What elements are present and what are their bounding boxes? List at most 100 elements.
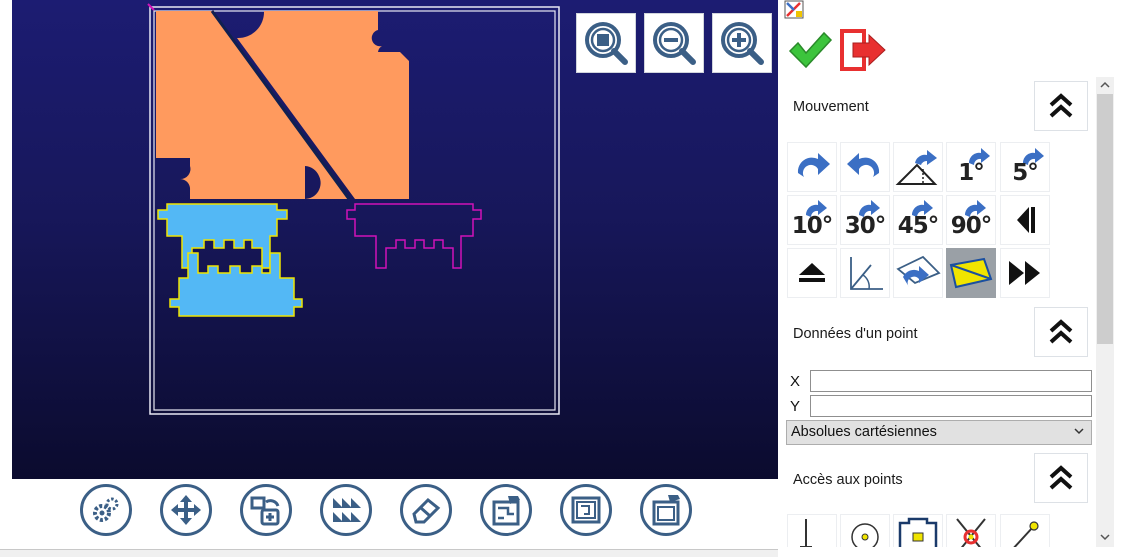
move-tool-button[interactable] [160,484,212,536]
eraser-icon [412,497,441,524]
edit-pieces-tool-button[interactable] [480,484,532,536]
snap-outline-button[interactable] [893,514,943,547]
blue-piece-top[interactable] [157,203,288,269]
app-window: Mouvement 1° 5° 10° 30° 45° 90° Données … [0,0,1124,557]
rotate-30-degree-label: 30° [844,213,887,239]
exit-button[interactable] [838,25,890,75]
zoom-out-button[interactable] [644,13,704,73]
point-access-section-header[interactable]: Accès aux points [778,453,1094,508]
point-data-section-header[interactable]: Données d'un point [778,307,1094,362]
point-access-collapse-button[interactable] [1034,453,1088,503]
flip-vertical-button[interactable] [787,248,837,298]
scroll-thumb[interactable] [1097,94,1113,344]
double-chevron-up-icon [1049,93,1073,118]
angle-button[interactable] [840,248,890,298]
rotate-5-degree-button[interactable]: 5° [1000,142,1050,192]
flip-horizontal-icon [1017,207,1035,233]
snap-intersection-button[interactable] [946,514,996,547]
nesting-icon [333,498,361,522]
rotate-45-degree-label: 45° [897,213,940,239]
rotate-right-icon [797,153,830,177]
coordinate-mode-value: Absolues cartésiennes [791,424,937,440]
validate-button[interactable] [784,25,836,75]
rotate-to-edge-button[interactable] [893,142,943,192]
snap-center-icon [851,523,879,547]
scroll-down-button[interactable] [1096,529,1114,545]
edit-pieces-icon [492,496,520,526]
point-data-section-title: Données d'un point [793,326,918,342]
x-coordinate-input[interactable] [810,370,1092,392]
rotate-left-icon [847,153,880,177]
zoom-in-icon [721,22,764,65]
align-rotate-icon [896,255,941,287]
flip-horizontal-button[interactable] [1000,195,1050,245]
bottom-toolbar [12,479,778,557]
zoom-fit-button[interactable] [576,13,636,73]
panel-scroll-area[interactable]: Mouvement 1° 5° 10° 30° 45° 90° Données … [778,77,1102,547]
movement-section-header[interactable]: Mouvement [778,81,1094,136]
duplicate-icon [250,496,280,526]
rotate-left-button[interactable] [840,142,890,192]
parallelogram-select-icon [949,257,993,289]
outline-piece[interactable] [346,203,482,269]
movement-collapse-button[interactable] [1034,81,1088,131]
eraser-tool-button[interactable] [400,484,452,536]
rotate-10-degree-label: 10° [791,213,834,239]
angle-icon [850,257,883,290]
point-data-collapse-button[interactable] [1034,307,1088,357]
snap-endpoint-icon [1013,521,1039,547]
snap-endpoint-button[interactable] [1000,514,1050,547]
blue-piece-bottom[interactable] [169,252,303,317]
rotate-right-button[interactable] [787,142,837,192]
coordinate-mode-select[interactable]: Absolues cartésiennes [786,420,1092,445]
zoom-fit-icon [585,22,628,65]
snap-center-button[interactable] [840,514,890,547]
sheet-icon [571,496,601,524]
rotate-1-degree-button[interactable]: 1° [946,142,996,192]
panel-scrollbar[interactable] [1096,77,1114,547]
double-chevron-up-icon [1049,465,1073,490]
chevron-down-icon [1074,428,1084,435]
rotate-90-degree-button[interactable]: 90° [946,195,996,245]
rotate-to-edge-icon [895,150,938,185]
app-logo-icon [784,0,804,19]
rotate-10-degree-button[interactable]: 10° [787,195,837,245]
validate-check-icon [788,31,833,69]
align-rotate-button[interactable] [893,248,943,298]
snap-perpendicular-icon [800,519,812,547]
chevron-up-icon [1100,81,1110,88]
point-access-section-title: Accès aux points [793,472,903,488]
exit-icon [840,29,886,71]
snap-intersection-icon [956,518,986,547]
snap-outline-icon [898,517,938,547]
export-sheet-tool-button[interactable] [640,484,692,536]
zoom-in-button[interactable] [712,13,772,73]
rotate-30-degree-button[interactable]: 30° [840,195,890,245]
x-label: X [790,373,801,390]
fast-forward-icon [1009,261,1040,285]
y-coordinate-input[interactable] [810,395,1092,417]
y-label: Y [790,398,801,415]
rotate-90-degree-label: 90° [950,213,993,239]
rotate-1-degree-label: 1° [958,160,984,186]
export-sheet-icon [652,495,680,526]
move-arrows-icon [171,495,201,525]
scroll-up-button[interactable] [1096,77,1114,93]
duplicate-tool-button[interactable] [240,484,292,536]
status-strip [0,549,778,557]
nesting-tool-button[interactable] [320,484,372,536]
gear-settings-icon [93,497,119,522]
zoom-out-icon [653,22,696,65]
fast-forward-button[interactable] [1000,248,1050,298]
flip-vertical-icon [799,263,825,282]
movement-section-title: Mouvement [793,99,869,115]
snap-perpendicular-button[interactable] [787,514,837,547]
rotate-5-degree-label: 5° [1012,160,1038,186]
drawing-canvas[interactable] [12,0,778,479]
double-chevron-up-icon [1049,319,1073,344]
sheet-tool-button[interactable] [560,484,612,536]
settings-tool-button[interactable] [80,484,132,536]
parallelogram-select-button[interactable] [946,248,996,298]
rotate-45-degree-button[interactable]: 45° [893,195,943,245]
chevron-down-icon [1100,534,1110,541]
